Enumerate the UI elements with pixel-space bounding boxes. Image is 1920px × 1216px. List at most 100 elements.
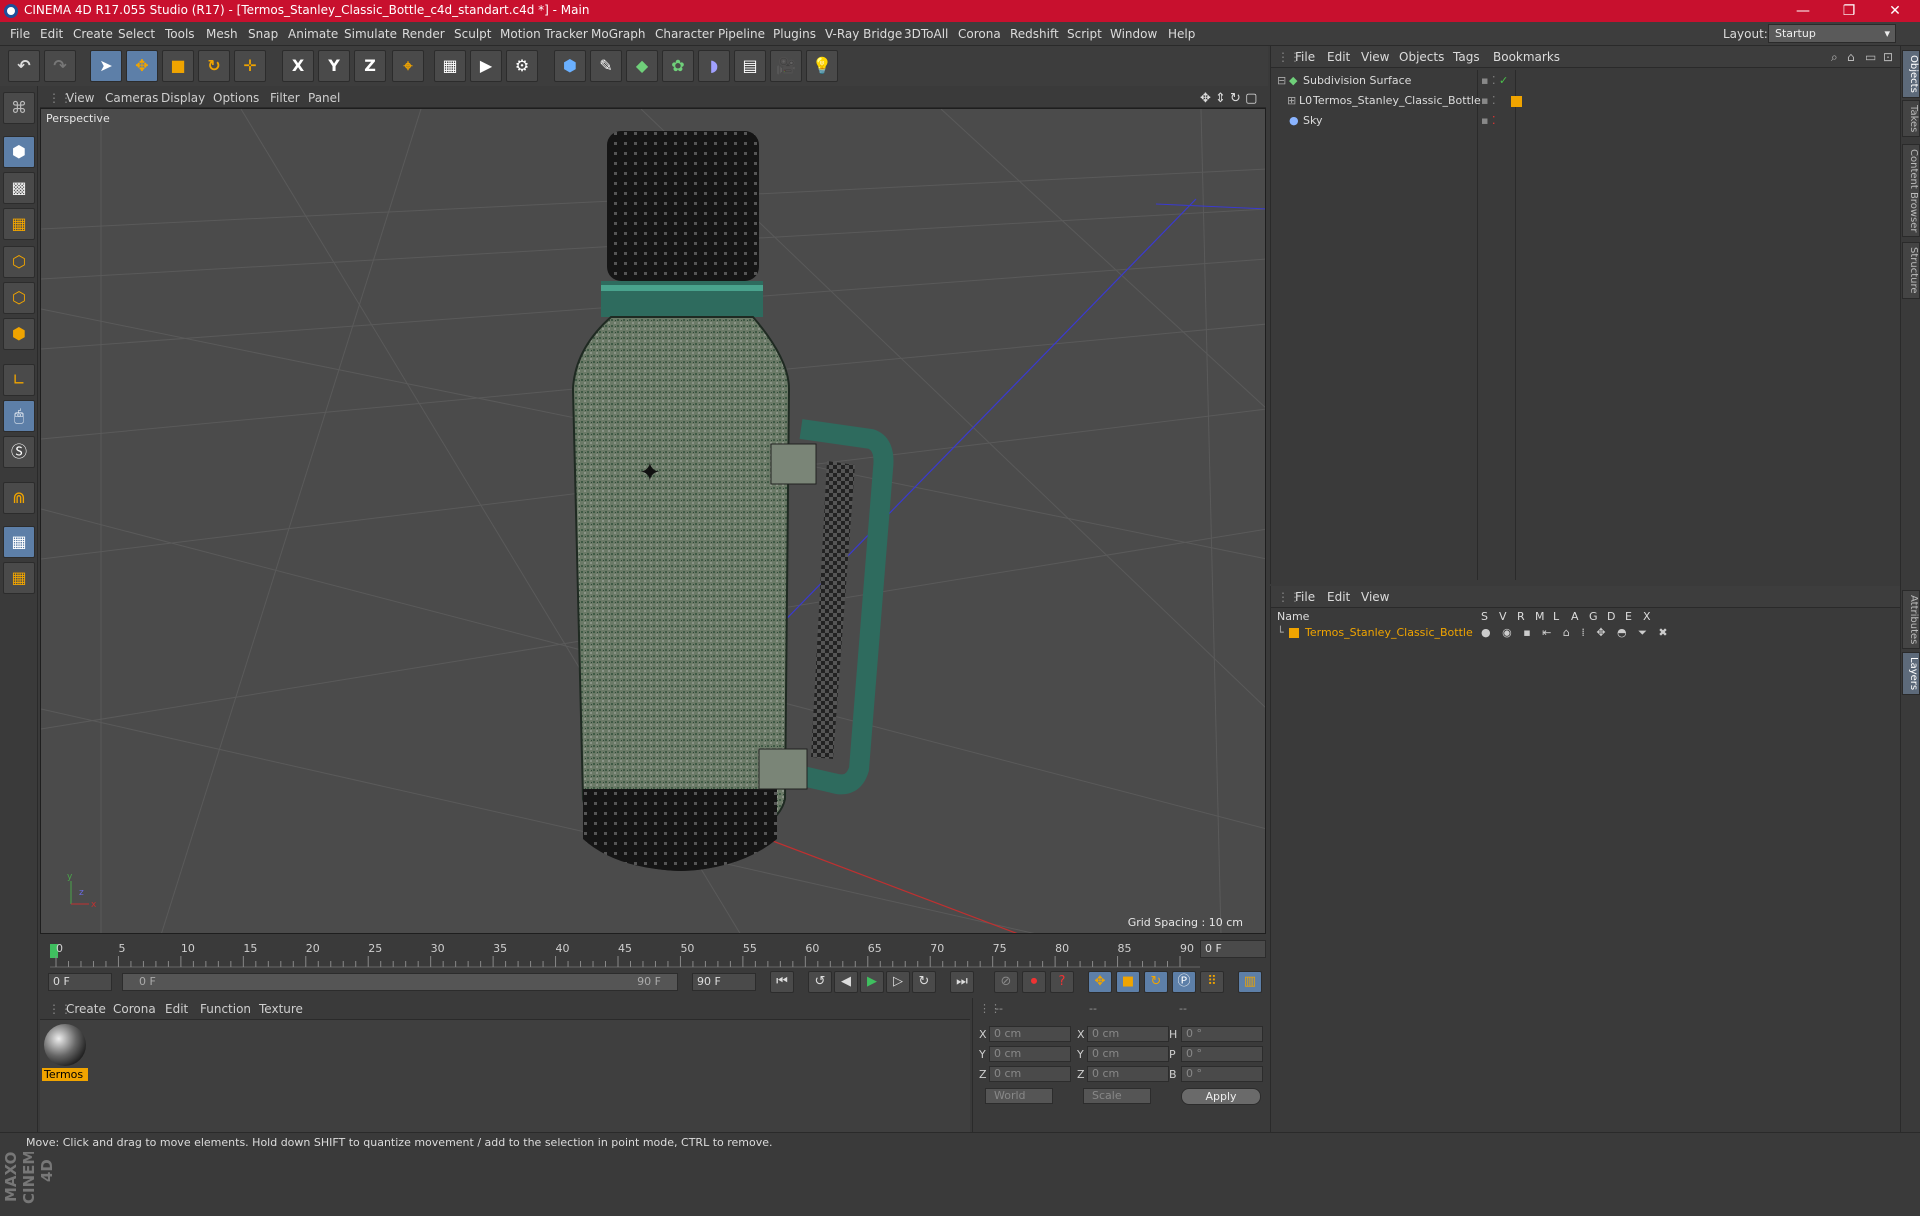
object-row-termos[interactable]: ⊞ L0 Termos_Stanley_Classic_Bottle ▪ ⁚ bbox=[1275, 94, 1895, 113]
objects-menu-file[interactable]: File bbox=[1295, 50, 1315, 64]
y-axis-button[interactable]: Y bbox=[318, 50, 350, 82]
viewport-menu-display[interactable]: Display bbox=[161, 91, 205, 105]
menu-simulate[interactable]: Simulate bbox=[344, 27, 397, 41]
viewport-navigation-icons[interactable]: ✥ ⇕ ↻ ▢ bbox=[1200, 91, 1257, 106]
model-mode-button[interactable]: ⬢ bbox=[3, 136, 35, 168]
planar-workplane-button[interactable]: ▦ bbox=[3, 562, 35, 594]
collapse-toggle-icon[interactable]: ⊟ bbox=[1277, 74, 1286, 87]
texture-mode-button[interactable]: ▩ bbox=[3, 172, 35, 204]
pos-z-field[interactable]: 0 cm bbox=[989, 1066, 1071, 1082]
menu-vray-bridge[interactable]: V-Ray Bridge bbox=[825, 27, 902, 41]
play-button[interactable]: ▶ bbox=[860, 971, 884, 993]
viewport-menu-view[interactable]: View bbox=[66, 91, 94, 105]
edges-mode-button[interactable]: ⬡ bbox=[3, 282, 35, 314]
objects-menu-objects[interactable]: Objects bbox=[1399, 50, 1444, 64]
menu-select[interactable]: Select bbox=[118, 27, 155, 41]
size-mode-dropdown[interactable]: Scale bbox=[1083, 1088, 1151, 1104]
polygons-mode-button[interactable]: ⬢ bbox=[3, 318, 35, 350]
coordinate-space-dropdown[interactable]: World bbox=[985, 1088, 1053, 1104]
pos-y-field[interactable]: 0 cm bbox=[989, 1046, 1071, 1062]
size-x-field[interactable]: 0 cm bbox=[1087, 1026, 1169, 1042]
points-mode-button[interactable]: ⬡ bbox=[3, 246, 35, 278]
coordinate-system-button[interactable]: ⌖ bbox=[392, 50, 424, 82]
menu-render[interactable]: Render bbox=[402, 27, 445, 41]
light-button[interactable]: 💡 bbox=[806, 50, 838, 82]
next-key-button[interactable]: ↻ bbox=[912, 971, 936, 993]
material-menu-texture[interactable]: Texture bbox=[259, 1002, 303, 1016]
move-tool-button[interactable]: ✥ bbox=[126, 50, 158, 82]
redo-button[interactable]: ↷ bbox=[44, 50, 76, 82]
search-icon[interactable]: ⌕ bbox=[1831, 50, 1838, 65]
menu-window[interactable]: Window bbox=[1110, 27, 1157, 41]
start-frame-field[interactable]: 0 F bbox=[48, 973, 112, 991]
tab-layers[interactable]: Layers bbox=[1902, 652, 1920, 696]
timeline-window-button[interactable]: ▥ bbox=[1238, 971, 1262, 993]
viewport-menu-panel[interactable]: Panel bbox=[308, 91, 340, 105]
3d-viewport[interactable]: ✦ y z x Perspective Grid Spacing : 10 cm bbox=[40, 108, 1266, 934]
cube-object-button[interactable]: ⬢ bbox=[554, 50, 586, 82]
menu-mograph[interactable]: MoGraph bbox=[591, 27, 646, 41]
magnet-tool-button[interactable]: ⋒ bbox=[3, 482, 35, 514]
snap-toggle-button[interactable]: Ⓢ bbox=[3, 436, 35, 468]
menu-edit[interactable]: Edit bbox=[40, 27, 63, 41]
menu-pipeline[interactable]: Pipeline bbox=[718, 27, 765, 41]
visibility-dots-icon[interactable]: ▪ ⁚ ✓ bbox=[1481, 74, 1508, 87]
floor-button[interactable]: ▤ bbox=[734, 50, 766, 82]
menu-file[interactable]: File bbox=[10, 27, 30, 41]
key-parameter-button[interactable]: Ⓟ bbox=[1172, 971, 1196, 993]
rot-b-field[interactable]: 0 ° bbox=[1181, 1066, 1263, 1082]
menu-create[interactable]: Create bbox=[73, 27, 113, 41]
scale-tool-button[interactable]: ■ bbox=[162, 50, 194, 82]
apply-button[interactable]: Apply bbox=[1181, 1088, 1261, 1105]
render-view-button[interactable]: ▦ bbox=[434, 50, 466, 82]
menu-3dtoall[interactable]: 3DToAll bbox=[904, 27, 948, 41]
material-menu-edit[interactable]: Edit bbox=[165, 1002, 188, 1016]
close-button[interactable]: ✕ bbox=[1872, 0, 1918, 22]
objects-menu-edit[interactable]: Edit bbox=[1327, 50, 1350, 64]
menu-animate[interactable]: Animate bbox=[288, 27, 338, 41]
menu-tools[interactable]: Tools bbox=[165, 27, 195, 41]
keyframe-selection-button[interactable]: ? bbox=[1050, 971, 1074, 993]
visibility-dots-icon[interactable]: ▪ ⁚ bbox=[1481, 94, 1495, 107]
tab-content-browser[interactable]: Content Browser bbox=[1902, 144, 1920, 238]
record-keys-disabled-button[interactable]: ⊘ bbox=[994, 971, 1018, 993]
menu-redshift[interactable]: Redshift bbox=[1010, 27, 1059, 41]
rot-p-field[interactable]: 0 ° bbox=[1181, 1046, 1263, 1062]
z-axis-button[interactable]: Z bbox=[354, 50, 386, 82]
timeline-ruler[interactable]: 0 5 10 15 20 25 30 35 40 45 50 55 60 65 70 75 80 85 90 bbox=[40, 936, 1266, 970]
menu-motion-tracker[interactable]: Motion Tracker bbox=[500, 27, 588, 41]
render-settings-button[interactable]: ⚙ bbox=[506, 50, 538, 82]
visibility-dots-icon[interactable]: ▪ ⁚ bbox=[1481, 114, 1495, 127]
menu-sculpt[interactable]: Sculpt bbox=[454, 27, 491, 41]
live-selection-button[interactable]: ✛ bbox=[234, 50, 266, 82]
camera-button[interactable]: 🎥 bbox=[770, 50, 802, 82]
tab-attributes[interactable]: Attributes bbox=[1902, 590, 1920, 650]
pen-spline-button[interactable]: ✎ bbox=[590, 50, 622, 82]
frame-range-slider[interactable]: 0 F 90 F bbox=[122, 973, 678, 991]
rotate-tool-button[interactable]: ↻ bbox=[198, 50, 230, 82]
key-position-button[interactable]: ✥ bbox=[1088, 971, 1112, 993]
objects-menu-bookmarks[interactable]: Bookmarks bbox=[1493, 50, 1560, 64]
home-icon[interactable]: ⌂ bbox=[1847, 50, 1855, 64]
deformer-button[interactable]: ◗ bbox=[698, 50, 730, 82]
mograph-cloner-button[interactable]: ✿ bbox=[662, 50, 694, 82]
objects-menu-view[interactable]: View bbox=[1361, 50, 1389, 64]
workplane-mode-button[interactable]: ▦ bbox=[3, 208, 35, 240]
subdivision-surface-button[interactable]: ◆ bbox=[626, 50, 658, 82]
menu-corona[interactable]: Corona bbox=[958, 27, 1001, 41]
make-editable-button[interactable]: ⌘ bbox=[3, 92, 35, 124]
previous-frame-button[interactable]: ◀ bbox=[834, 971, 858, 993]
pos-x-field[interactable]: 0 cm bbox=[989, 1026, 1071, 1042]
layer-color-swatch[interactable] bbox=[1289, 628, 1299, 638]
viewport-menu-cameras[interactable]: Cameras bbox=[105, 91, 158, 105]
key-pla-button[interactable]: ⠿ bbox=[1200, 971, 1224, 993]
locked-workplane-button[interactable]: ▦ bbox=[3, 526, 35, 558]
previous-key-button[interactable]: ↺ bbox=[808, 971, 832, 993]
render-picture-viewer-button[interactable]: ▶ bbox=[470, 50, 502, 82]
minimize-button[interactable]: — bbox=[1780, 0, 1826, 22]
menu-mesh[interactable]: Mesh bbox=[206, 27, 238, 41]
expand-icon[interactable]: ⊡ bbox=[1883, 50, 1893, 64]
thermos-bottle-model[interactable]: ✦ bbox=[571, 131, 894, 871]
menu-help[interactable]: Help bbox=[1168, 27, 1195, 41]
enable-axis-button[interactable]: ∟ bbox=[3, 364, 35, 396]
